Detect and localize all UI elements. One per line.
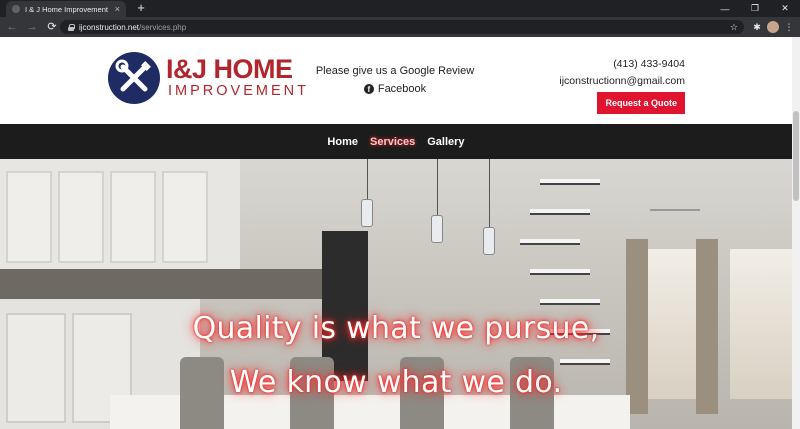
- tab-title: I & J Home Improvement: [25, 4, 108, 14]
- url-path: /services.php: [139, 22, 187, 32]
- close-window-icon[interactable]: ✕: [770, 0, 800, 17]
- main-nav: Home Services Gallery: [0, 124, 792, 159]
- page-viewport: I&J HOME IMPROVEMENT Please give us a Go…: [0, 37, 792, 429]
- scrollbar-thumb[interactable]: [793, 111, 799, 201]
- phone-number[interactable]: (413) 433-9404: [559, 56, 685, 73]
- back-icon[interactable]: ←: [4, 19, 20, 35]
- logo-tools-icon: [108, 52, 160, 104]
- hero-headline-line1: Quality is what we pursue,: [192, 311, 600, 346]
- page-scrollbar[interactable]: [792, 37, 800, 429]
- facebook-icon: f: [363, 84, 374, 94]
- nav-item-services[interactable]: Services: [370, 136, 415, 148]
- site-logo[interactable]: I&J HOME IMPROVEMENT: [108, 52, 306, 104]
- new-tab-button[interactable]: +: [134, 1, 148, 15]
- address-bar[interactable]: ijconstruction.net /services.php ☆: [60, 20, 744, 34]
- url-host: ijconstruction.net: [79, 22, 140, 32]
- maximize-icon[interactable]: ❐: [740, 0, 770, 17]
- facebook-label: Facebook: [377, 83, 427, 95]
- contact-block: (413) 433-9404 ijconstructionn@gmail.com…: [559, 56, 685, 114]
- nav-item-home[interactable]: Home: [327, 136, 358, 148]
- browser-tabstrip: I & J Home Improvement × + — ❐ ✕: [0, 0, 800, 17]
- profile-avatar[interactable]: [767, 21, 779, 33]
- minimize-icon[interactable]: —: [710, 0, 740, 17]
- site-header: I&J HOME IMPROVEMENT Please give us a Go…: [0, 37, 792, 124]
- email-address[interactable]: ijconstructionn@gmail.com: [559, 73, 685, 90]
- forward-icon[interactable]: →: [24, 19, 40, 35]
- logo-text: I&J HOME: [166, 54, 293, 84]
- google-review-link[interactable]: Please give us a Google Review: [300, 63, 490, 79]
- browser-menu-icon[interactable]: ⋮: [782, 20, 796, 34]
- review-block: Please give us a Google Review f Faceboo…: [300, 63, 490, 97]
- request-quote-button[interactable]: Request a Quote: [597, 92, 685, 114]
- browser-tab[interactable]: I & J Home Improvement ×: [6, 1, 126, 17]
- nav-item-gallery[interactable]: Gallery: [427, 136, 464, 148]
- browser-toolbar: ← → ⟳ ijconstruction.net /services.php ☆…: [0, 17, 800, 37]
- favicon-icon: [12, 5, 20, 13]
- close-tab-icon[interactable]: ×: [115, 4, 120, 14]
- facebook-link[interactable]: f Facebook: [363, 83, 427, 95]
- reload-icon[interactable]: ⟳: [44, 19, 60, 35]
- extensions-icon[interactable]: ✱: [750, 20, 764, 34]
- hero-headline-line2: We know what we do.: [229, 365, 563, 400]
- hero-banner: Quality is what we pursue, We know what …: [0, 159, 792, 429]
- lock-icon: [68, 23, 75, 31]
- logo-subtext: IMPROVEMENT: [168, 83, 309, 99]
- bookmark-star-icon[interactable]: ☆: [730, 20, 738, 34]
